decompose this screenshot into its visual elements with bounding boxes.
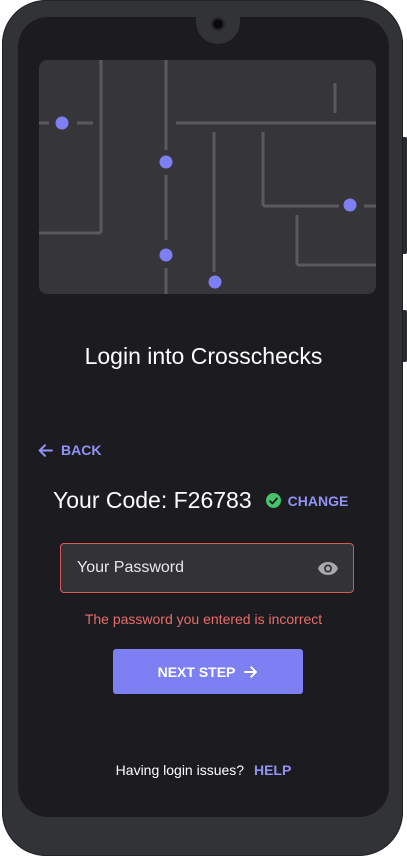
eye-icon[interactable] — [317, 561, 339, 576]
forward-arrow-icon — [244, 665, 258, 678]
front-camera — [213, 19, 223, 29]
back-arrow-icon — [38, 443, 53, 457]
check-circle-icon — [265, 493, 281, 508]
code-display: Your Code: F26783 — [53, 487, 252, 513]
page-title: Login into Crosschecks — [84, 343, 323, 369]
password-field[interactable]: Your Password — [60, 543, 354, 593]
hero-illustration — [39, 60, 376, 294]
power-button — [403, 137, 407, 254]
maze-node-4 — [208, 275, 222, 289]
maze-node-2 — [159, 155, 173, 169]
camera-notch — [196, 17, 240, 44]
help-row: Having login issues? HELP — [18, 762, 389, 778]
back-button[interactable]: BACK — [38, 442, 101, 458]
password-label: Your Password — [77, 559, 185, 576]
device-frame: Login into Crosschecks BACK Your Code: F… — [2, 0, 407, 856]
screen: Login into Crosschecks BACK Your Code: F… — [18, 17, 389, 817]
help-question: Having login issues? — [115, 762, 245, 778]
maze-node-5 — [343, 198, 357, 212]
back-label: BACK — [61, 442, 102, 458]
code-row: Your Code: F26783 CHANGE — [53, 487, 373, 514]
maze-node-1 — [55, 116, 69, 130]
next-step-button[interactable]: NEXT STEP — [113, 649, 303, 694]
maze-node-3 — [159, 248, 173, 262]
maze-illustration — [39, 60, 376, 294]
volume-button — [403, 310, 407, 362]
help-link[interactable]: HELP — [254, 762, 291, 778]
change-code-link[interactable]: CHANGE — [288, 493, 349, 509]
error-message: The password you entered is incorrect — [84, 611, 323, 627]
next-step-label: NEXT STEP — [157, 663, 236, 680]
